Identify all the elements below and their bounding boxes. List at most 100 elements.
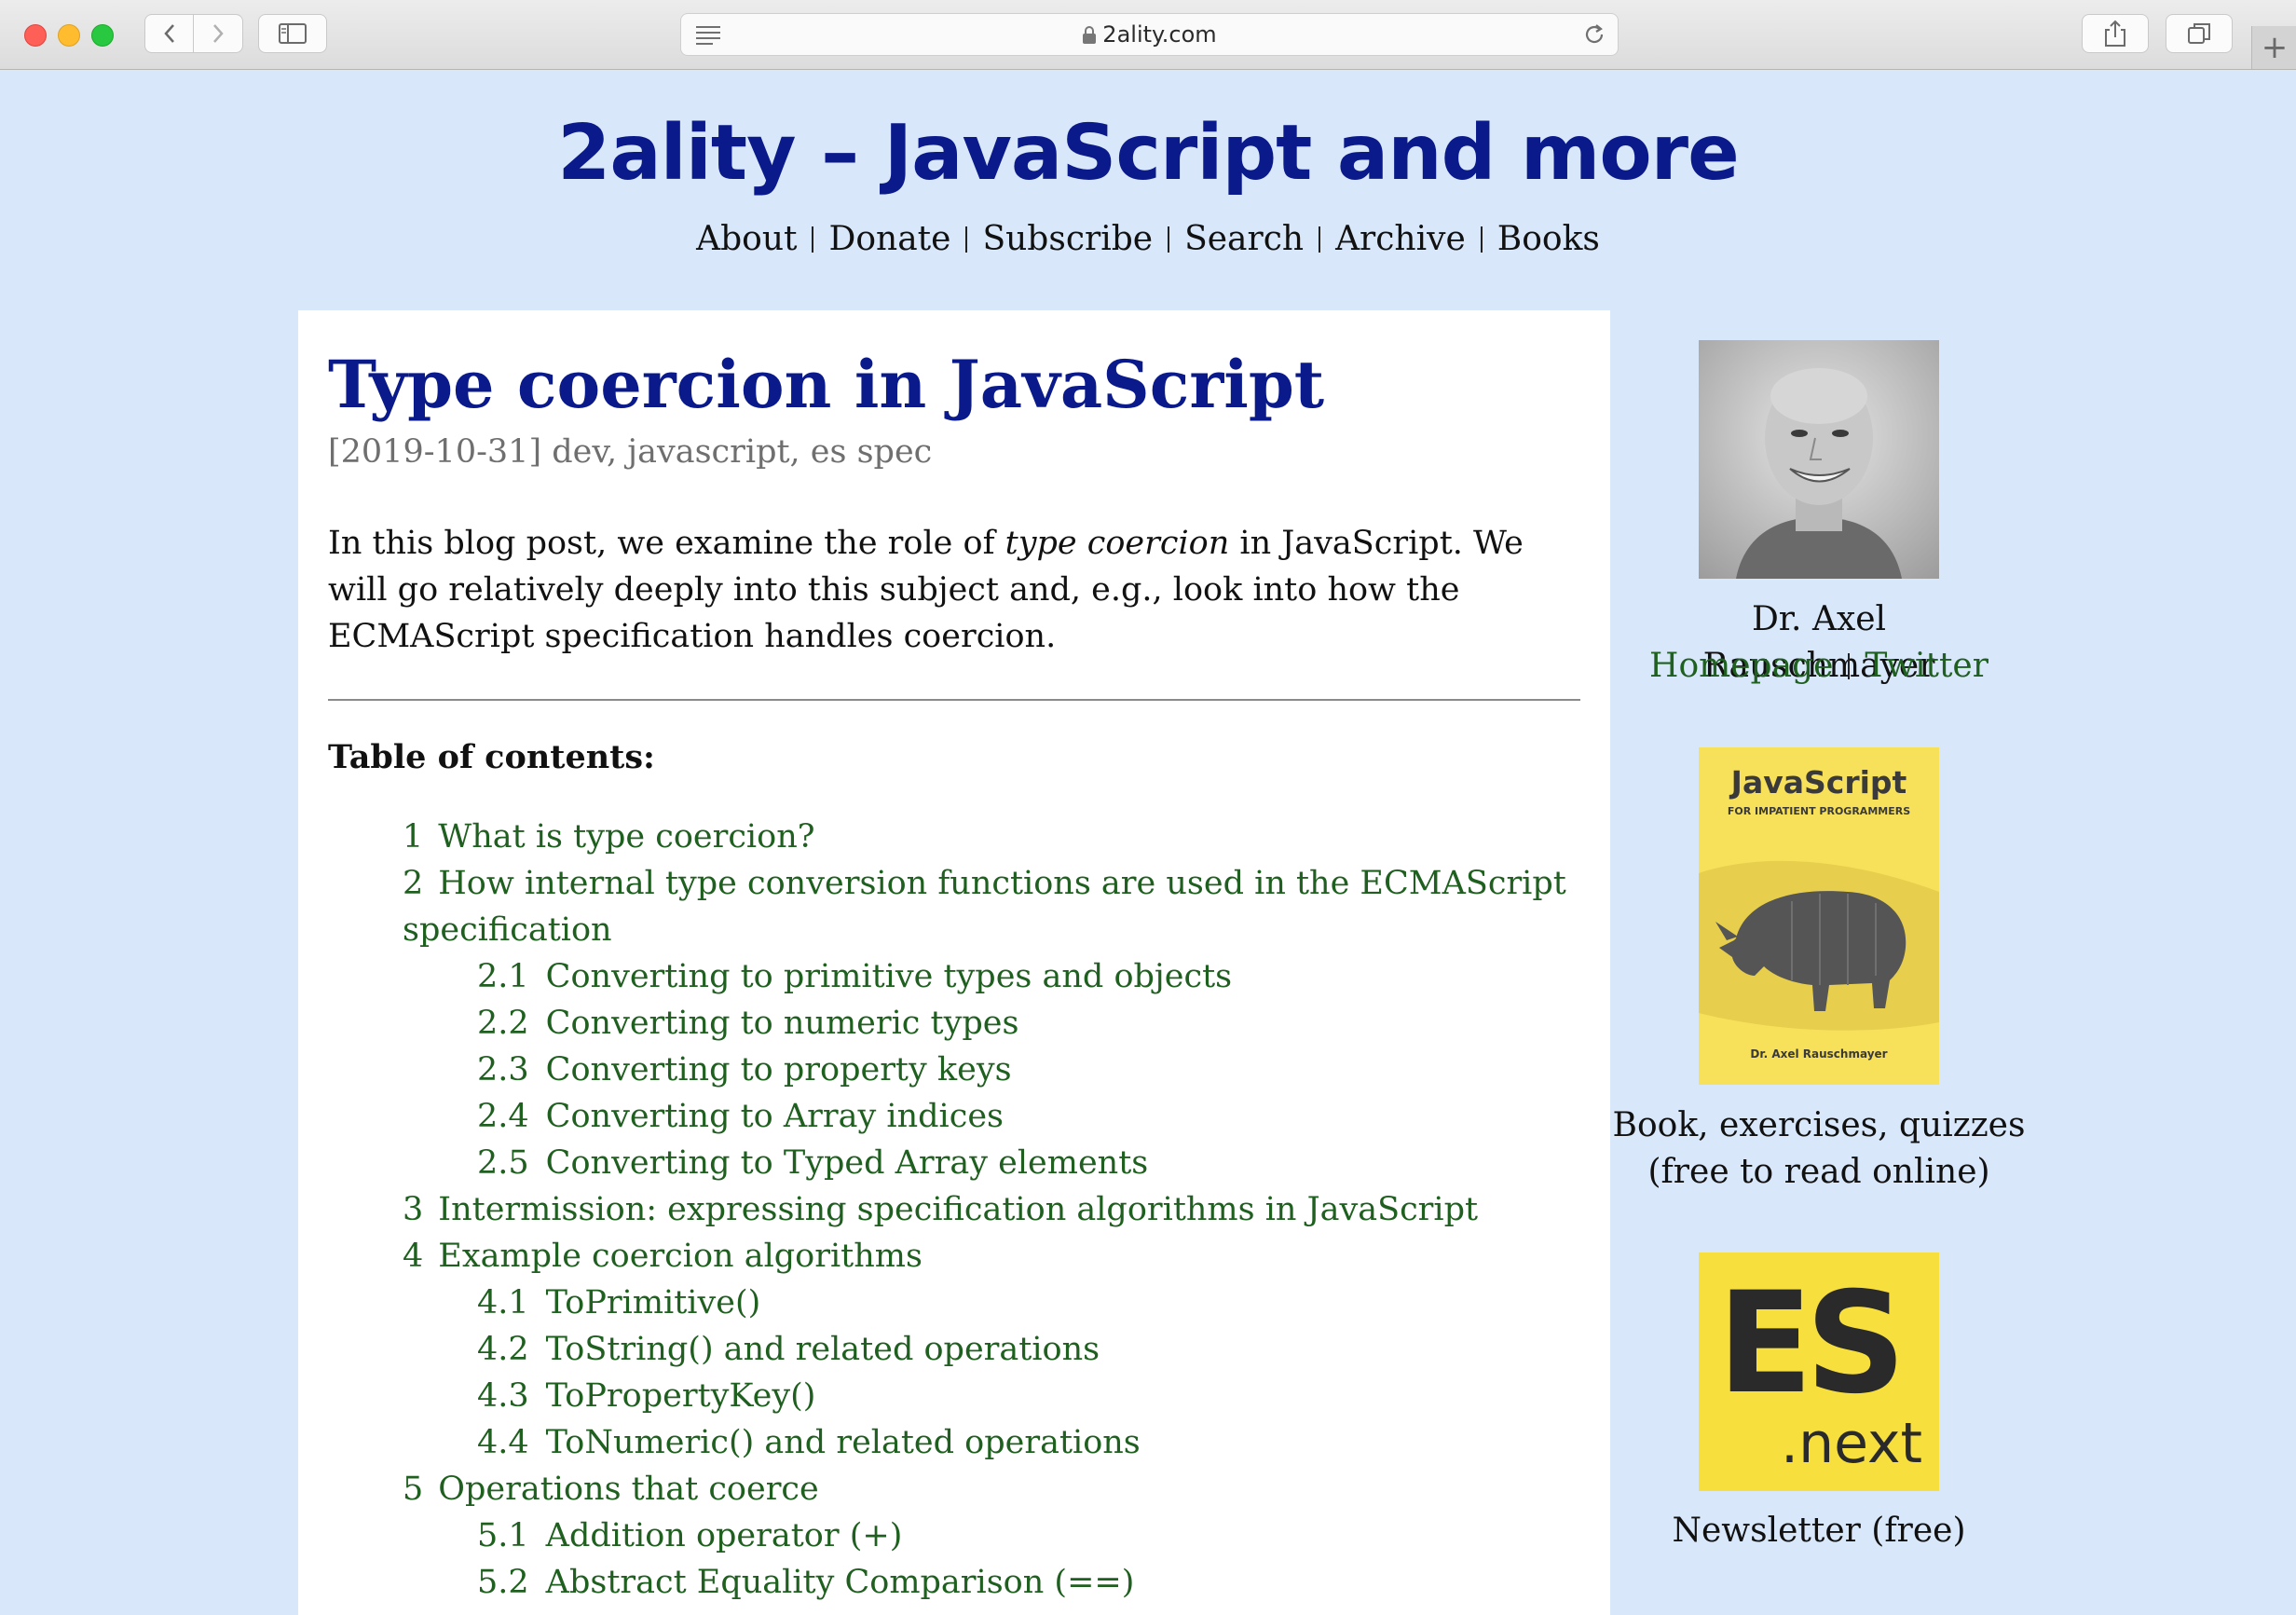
article-card: Type coercion in JavaScript [2019-10-31]… [298, 310, 1610, 1615]
toc-link[interactable]: 4 Example coercion algorithms [403, 1238, 922, 1275]
toc-label: ToNumeric() and related operations [545, 1424, 1141, 1461]
toc-label: Converting to property keys [545, 1051, 1012, 1088]
new-tab-button[interactable]: + [2251, 26, 2296, 69]
toc-number: 5.1 [477, 1517, 529, 1554]
post-intro: In this blog post, we examine the role o… [328, 520, 1558, 660]
toc-link[interactable]: 1 What is type coercion? [403, 818, 815, 855]
newsletter-caption[interactable]: Newsletter (free) [1633, 1508, 2005, 1554]
book-caption-line1: Book, exercises, quizzes [1612, 1106, 2026, 1144]
nav-about[interactable]: About [696, 220, 797, 258]
toc-link[interactable]: 5.2 Abstract Equality Comparison (==) [477, 1564, 1134, 1601]
toc-label: Converting to Typed Array elements [545, 1144, 1149, 1182]
toc-label: Converting to primitive types and object… [545, 958, 1233, 995]
history-nav [144, 14, 243, 53]
toc-number: 5 [403, 1471, 424, 1508]
toc-item: 2.3 Converting to property keys [328, 1047, 1577, 1093]
post-title[interactable]: Type coercion in JavaScript [328, 343, 1324, 427]
nav-search[interactable]: Search [1184, 220, 1304, 258]
toc-number: 4.4 [477, 1424, 529, 1461]
toc-link[interactable]: 2.5 Converting to Typed Array elements [477, 1144, 1148, 1182]
toc-label: Converting to numeric types [545, 1005, 1019, 1042]
toc-label: ToString() and related operations [545, 1331, 1100, 1368]
toc-number: 5.2 [477, 1564, 529, 1601]
back-button[interactable] [144, 14, 194, 53]
toc-link[interactable]: 4.3 ToPropertyKey() [477, 1377, 815, 1415]
rhino-illustration [1699, 860, 1939, 1031]
esnext-logo[interactable]: ES .next [1699, 1252, 1939, 1491]
forward-button[interactable] [194, 14, 243, 53]
toc-item: 4.1 ToPrimitive() [328, 1280, 1577, 1326]
tabs-icon [2188, 23, 2210, 44]
nav-books[interactable]: Books [1497, 220, 1600, 258]
toc-item: 2.1 Converting to primitive types and obj… [328, 953, 1577, 1000]
twitter-link[interactable]: Twitter [1865, 647, 1988, 685]
share-button[interactable] [2082, 14, 2149, 53]
nav-archive[interactable]: Archive [1335, 220, 1466, 258]
toc-label: What is type coercion? [438, 818, 815, 855]
toc-number: 4.2 [477, 1331, 529, 1368]
toc-link[interactable]: 4.4 ToNumeric() and related operations [477, 1424, 1141, 1461]
toc-label: Abstract Equality Comparison (==) [545, 1564, 1135, 1601]
address-bar[interactable]: 2ality.com [680, 13, 1619, 56]
url-display[interactable]: 2ality.com [681, 14, 1618, 55]
site-title[interactable]: 2ality – JavaScript and more [0, 107, 2296, 200]
toc-item: 1 What is type coercion? [328, 814, 1577, 860]
toc-link[interactable]: 2.2 Converting to numeric types [477, 1005, 1018, 1042]
toc-label: Addition operator (+) [545, 1517, 903, 1554]
toc-item: 5.2 Abstract Equality Comparison (==) [328, 1559, 1577, 1606]
reload-icon[interactable] [1582, 22, 1606, 47]
book-caption: Book, exercises, quizzes (free to read o… [1605, 1102, 2033, 1196]
site-nav: About Donate Subscribe Search Archive Books [0, 216, 2296, 263]
toc-link[interactable]: 2.3 Converting to property keys [477, 1051, 1012, 1088]
toc-label: Example coercion algorithms [438, 1238, 922, 1275]
toc-link[interactable]: 4.1 ToPrimitive() [477, 1284, 760, 1321]
toc-link[interactable]: 2 How internal type conversion functions … [403, 865, 1566, 949]
url-text: 2ality.com [1102, 21, 1217, 48]
toc-link[interactable]: 2.1 Converting to primitive types and obj… [477, 958, 1232, 995]
zoom-window-button[interactable] [91, 24, 114, 47]
toc-label: Intermission: expressing specification a… [438, 1191, 1479, 1228]
author-portrait-image [1699, 340, 1939, 579]
post-meta: [2019-10-31] dev, javascript, es spec [328, 433, 933, 471]
toc-number: 2.3 [477, 1051, 529, 1088]
toc-link[interactable]: 5.1 Addition operator (+) [477, 1517, 902, 1554]
chevron-right-icon [213, 24, 224, 43]
toc-number: 2.5 [477, 1144, 529, 1182]
nav-divider [1480, 226, 1483, 253]
esnext-logo-es: ES [1717, 1263, 1906, 1425]
toc-number: 2.1 [477, 958, 529, 995]
close-window-button[interactable] [24, 24, 47, 47]
toc-link[interactable]: 4.2 ToString() and related operations [477, 1331, 1100, 1368]
minimize-window-button[interactable] [58, 24, 80, 47]
toc-item: 2.2 Converting to numeric types [328, 1000, 1577, 1047]
sidebar-toggle-button[interactable] [258, 14, 327, 53]
toc-number: 4 [403, 1238, 424, 1275]
toc-link[interactable]: 3 Intermission: expressing specification … [403, 1191, 1478, 1228]
intro-emphasis: type coercion [1004, 525, 1230, 562]
toc-item: 2 How internal type conversion functions … [328, 860, 1577, 953]
book-cover[interactable]: JavaScript FOR IMPATIENT PROGRAMMERS Dr.… [1699, 747, 1939, 1085]
author-photo[interactable] [1699, 340, 1939, 579]
sidebar-icon [279, 23, 307, 44]
intro-text-1: In this blog post, we examine the role o… [328, 525, 1005, 562]
lock-icon [1083, 26, 1097, 44]
toc-item: 2.4 Converting to Array indices [328, 1093, 1577, 1140]
author-links: Homepage Twitter [1633, 643, 2005, 690]
tab-overview-button[interactable] [2166, 14, 2233, 53]
toc-item: 4 Example coercion algorithms [328, 1233, 1577, 1280]
toc-item: 5 Operations that coerce [328, 1466, 1577, 1512]
share-icon [2105, 20, 2125, 47]
nav-donate[interactable]: Donate [828, 220, 950, 258]
homepage-link[interactable]: Homepage [1649, 647, 1833, 685]
toc-item: 2.5 Converting to Typed Array elements [328, 1140, 1577, 1186]
nav-divider [812, 226, 814, 253]
chevron-left-icon [163, 24, 174, 43]
toc-link[interactable]: 2.4 Converting to Array indices [477, 1098, 1004, 1135]
toc-item: 4.3 ToPropertyKey() [328, 1373, 1577, 1419]
toc-link[interactable]: 5 Operations that coerce [403, 1471, 819, 1508]
toc-label: Converting to Array indices [545, 1098, 1004, 1135]
toc-label: Operations that coerce [438, 1471, 819, 1508]
esnext-logo-next: .next [1781, 1411, 1922, 1476]
nav-subscribe[interactable]: Subscribe [982, 220, 1153, 258]
book-cover-author: Dr. Axel Rauschmayer [1750, 1047, 1888, 1061]
